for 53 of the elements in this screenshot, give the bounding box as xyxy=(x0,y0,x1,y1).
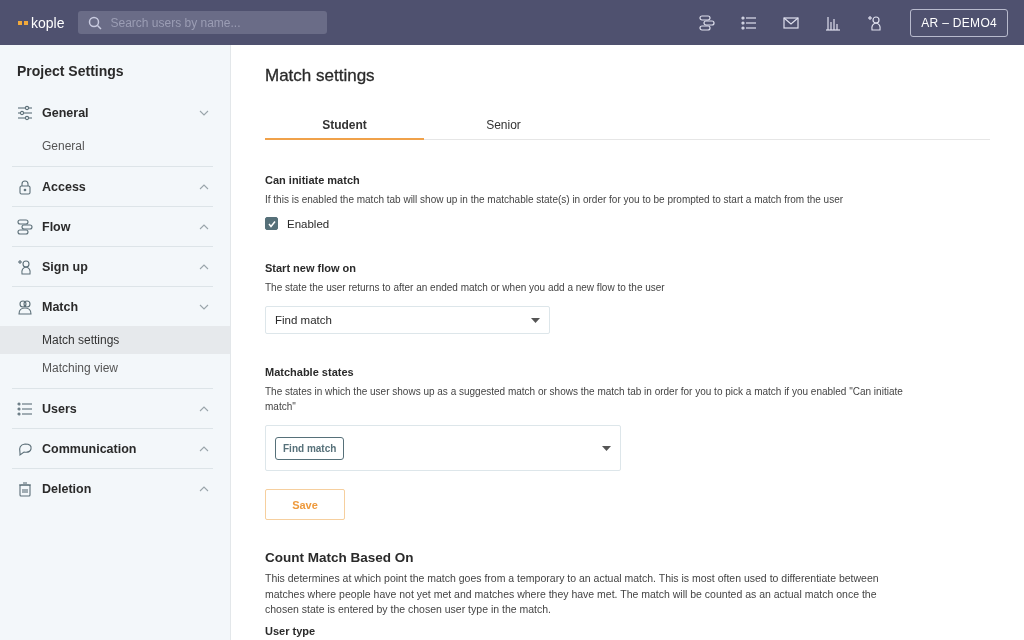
trash-icon xyxy=(17,480,33,497)
chevron-down-icon xyxy=(199,303,209,310)
page-title: Match settings xyxy=(265,66,376,86)
chevron-up-icon xyxy=(199,263,209,270)
section-description: The states in which the user shows up as a suggested match or shows the match tab in order for you to pick a match if you enabled "Can initiate match" xyxy=(265,385,904,414)
chevron-up-icon xyxy=(199,485,209,492)
sidebar-item[interactable]: Match settings xyxy=(0,326,230,354)
sidebar-section[interactable]: Communication xyxy=(12,429,213,468)
section-description: The state the user returns to after an ended match or when you add a new flow to the user xyxy=(265,281,666,295)
check-icon xyxy=(266,218,277,229)
section-description: If this is enabled the match tab will show up in the matchable state(s) in order for you to be prompted to start a match from the user xyxy=(265,193,845,207)
enabled-checkbox[interactable]: Enabled xyxy=(265,217,330,230)
caret-icon xyxy=(531,317,540,323)
states-multiselect[interactable]: Find match xyxy=(265,425,621,471)
logo[interactable]: kople xyxy=(18,14,65,31)
sidebar-section[interactable]: Users xyxy=(12,389,213,428)
section-heading: Count Match Based On xyxy=(265,550,415,565)
logo-text: kople xyxy=(31,14,65,31)
sidebar-section[interactable]: Deletion xyxy=(12,469,213,508)
caret-icon xyxy=(602,445,611,451)
sidebar-section[interactable]: Flow xyxy=(12,207,213,246)
section-description: This determines at which point the match goes from a temporary to an actual match. This is most often used to differentiate between matches where people have not yet met and matches where they have met. The match will be counted as an actual match once the chosen state is entered by the chosen user type in the match. xyxy=(265,571,880,617)
sidebar-section[interactable]: Match xyxy=(12,287,213,326)
sidebar-title: Project Settings xyxy=(16,63,125,81)
section-title: Start new flow on xyxy=(265,262,358,274)
search-icon xyxy=(88,16,103,30)
tab[interactable]: Senior xyxy=(424,112,583,140)
field-label: User type xyxy=(265,624,317,637)
sidebar-item[interactable]: Matching view xyxy=(0,354,230,382)
sidebar-section[interactable]: Access xyxy=(12,167,213,206)
sidebar-section[interactable]: Sign up xyxy=(12,247,213,286)
logo-dots-icon xyxy=(18,20,28,25)
sidebar-section[interactable]: General xyxy=(12,93,213,132)
section-title: Can initiate match xyxy=(265,174,361,186)
chevron-up-icon xyxy=(199,405,209,412)
list-icon xyxy=(17,400,33,417)
flow-icon xyxy=(17,218,33,235)
flow-icon[interactable] xyxy=(698,13,717,32)
chevron-down-icon xyxy=(199,109,209,116)
sliders-icon xyxy=(17,104,33,121)
chat-icon xyxy=(17,440,33,457)
sidebar-item[interactable]: General xyxy=(0,132,230,160)
chevron-up-icon xyxy=(199,223,209,230)
state-dropdown[interactable]: Find match xyxy=(265,306,550,334)
chevron-up-icon xyxy=(199,445,209,452)
lock-icon xyxy=(17,178,33,195)
user-add-icon xyxy=(17,258,33,275)
section-title: Matchable states xyxy=(265,366,355,378)
account-button[interactable]: AR – DEMO4 xyxy=(910,8,1008,37)
tab[interactable]: Student xyxy=(265,112,424,140)
chevron-up-icon xyxy=(199,183,209,190)
state-tag[interactable]: Find match xyxy=(275,436,345,460)
users-icon xyxy=(17,298,33,315)
